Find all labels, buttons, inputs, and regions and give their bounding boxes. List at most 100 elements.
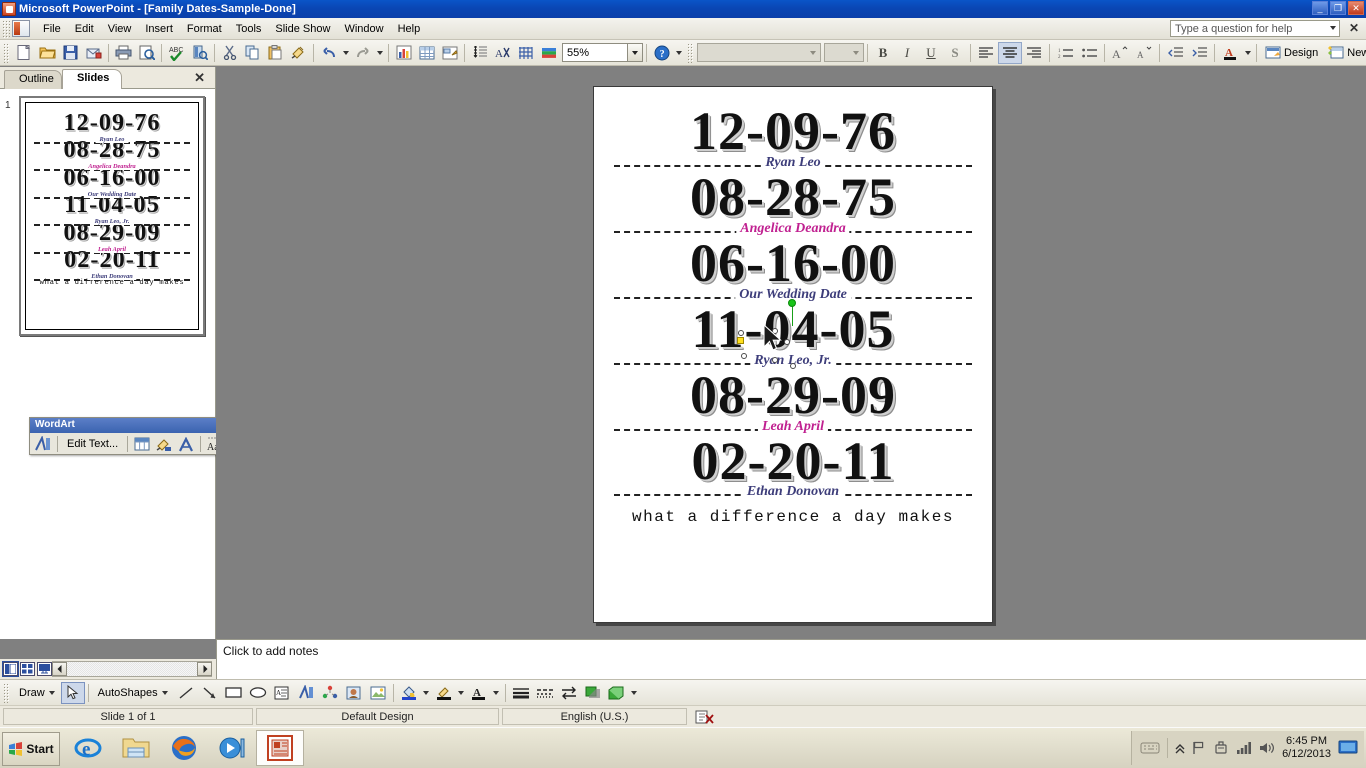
slide-canvas[interactable]: 12-09-76 Ryan Leo 08-28-75 Angelica Deandra… (593, 86, 993, 623)
taskbar-clock[interactable]: 6:45 PM 6/12/2013 (1282, 735, 1331, 761)
slide-name-2[interactable]: Angelica Deandra (84, 163, 140, 171)
insert-diagram-icon[interactable] (318, 682, 342, 704)
open-folder-icon[interactable] (36, 42, 59, 64)
shadow-style-icon[interactable] (581, 682, 605, 704)
redo-icon[interactable] (351, 42, 374, 64)
line-icon[interactable] (174, 682, 198, 704)
slide-name-6[interactable]: Ethan Donovan (87, 272, 137, 280)
shadow-button[interactable]: S (943, 42, 967, 64)
minimize-button[interactable]: _ (1312, 1, 1328, 15)
slide-tagline[interactable]: what a difference a day makes (614, 508, 972, 526)
slide-name-5[interactable]: Leah April (94, 245, 130, 253)
drawing-toolbar-grip[interactable] (3, 682, 10, 703)
edit-text-button[interactable]: Edit Text... (61, 434, 124, 454)
show-desktop-icon[interactable] (1338, 740, 1358, 756)
menu-edit[interactable]: Edit (68, 20, 101, 38)
standard-toolbar-grip[interactable] (3, 42, 10, 63)
align-right-icon[interactable] (1022, 42, 1046, 64)
slide-name-3[interactable]: Our Wedding Date (83, 190, 141, 198)
resize-handle-right[interactable] (784, 339, 790, 345)
slide-date-2[interactable]: 08-28-75 (614, 170, 972, 224)
autoshapes-menu-button[interactable]: AutoShapes (92, 682, 174, 704)
resize-handle-left[interactable] (741, 353, 747, 359)
fill-color-dropdown-icon[interactable] (421, 682, 432, 704)
adjustment-handle[interactable] (737, 337, 744, 344)
zoom-input[interactable]: 55% (562, 43, 628, 62)
flag-icon[interactable] (1192, 741, 1206, 755)
slide-name-1[interactable]: Ryan Leo (95, 135, 129, 143)
insert-chart-icon[interactable] (392, 42, 415, 64)
insert-wordart-icon[interactable] (294, 682, 318, 704)
slide-edit-area[interactable]: 12-09-76 Ryan Leo 08-28-75 Angelica Deandra… (216, 67, 1366, 639)
slide-name-4[interactable]: Ryan Leo, Jr. (90, 218, 134, 226)
show-hidden-icons-icon[interactable] (1175, 742, 1185, 754)
slide-show-view-icon[interactable] (37, 662, 52, 676)
print-icon[interactable] (112, 42, 135, 64)
taskbar-internet-explorer-icon[interactable]: e (64, 730, 112, 766)
numbered-list-icon[interactable]: 12 (1053, 42, 1077, 64)
tab-slides[interactable]: Slides (62, 69, 122, 89)
copy-icon[interactable] (241, 42, 264, 64)
undo-dropdown-icon[interactable] (340, 42, 351, 64)
resize-handle-bottom-right[interactable] (790, 363, 796, 369)
slide-date-1[interactable]: 12-09-76 (34, 110, 190, 135)
slide-sorter-view-icon[interactable] (20, 662, 35, 676)
show-grid-icon[interactable] (514, 42, 537, 64)
close-document-button[interactable]: ✕ (1349, 21, 1359, 35)
font-color-icon[interactable]: A (1218, 42, 1242, 64)
arrow-icon[interactable] (198, 682, 222, 704)
slide-date-4[interactable]: 11-04-05 (614, 302, 972, 356)
format-wordart-icon[interactable] (153, 434, 175, 454)
menu-help[interactable]: Help (391, 20, 428, 38)
font-size-select[interactable] (824, 43, 864, 62)
design-button[interactable]: Design (1260, 42, 1323, 64)
paste-icon[interactable] (264, 42, 287, 64)
insert-diagram-icon[interactable] (438, 42, 461, 64)
resize-handle-top-left[interactable] (738, 330, 744, 336)
dash-style-icon[interactable] (533, 682, 557, 704)
arrow-style-icon[interactable] (557, 682, 581, 704)
font-name-select[interactable] (697, 43, 821, 62)
insert-clip-art-icon[interactable] (342, 682, 366, 704)
scroll-right-button[interactable] (197, 662, 212, 676)
italic-button[interactable]: I (895, 42, 919, 64)
menu-window[interactable]: Window (337, 20, 390, 38)
slide-date-5[interactable]: 08-29-09 (614, 368, 972, 422)
scroll-left-button[interactable] (52, 662, 67, 676)
menu-format[interactable]: Format (180, 20, 229, 38)
menu-file[interactable]: File (36, 20, 68, 38)
restore-button[interactable]: ❐ (1330, 1, 1346, 15)
volume-icon[interactable] (1259, 741, 1275, 755)
slide-name-6[interactable]: Ethan Donovan (742, 484, 844, 501)
font-color-dropdown-icon[interactable] (491, 682, 502, 704)
close-button[interactable]: ✕ (1348, 1, 1364, 15)
menu-bar-grip[interactable] (2, 19, 10, 38)
3d-style-icon[interactable] (605, 682, 629, 704)
line-color-dropdown-icon[interactable] (456, 682, 467, 704)
menu-tools[interactable]: Tools (229, 20, 269, 38)
insert-table-icon[interactable] (415, 42, 438, 64)
rectangle-icon[interactable] (222, 682, 246, 704)
rotation-handle[interactable] (788, 299, 796, 307)
print-preview-icon[interactable] (135, 42, 158, 64)
undo-icon[interactable] (317, 42, 340, 64)
slide-thumbnail-1[interactable]: 12-09-76 Ryan Leo 08-28-75 Angelica Deandra… (19, 96, 205, 336)
show-formatting-icon[interactable] (468, 42, 491, 64)
wordart-gallery-icon[interactable] (131, 434, 153, 454)
insert-picture-icon[interactable] (366, 682, 390, 704)
taskbar-firefox-icon[interactable] (160, 730, 208, 766)
zoom-dropdown-icon[interactable] (628, 43, 643, 62)
drawing-toolbar-options-icon[interactable] (629, 682, 640, 704)
wordart-shape-icon[interactable] (175, 434, 197, 454)
chevron-down-icon[interactable] (1330, 26, 1336, 30)
slide-name-5[interactable]: Leah April (757, 418, 829, 435)
select-objects-icon[interactable] (60, 681, 85, 704)
insert-wordart-icon[interactable] (32, 434, 54, 454)
underline-button[interactable]: U (919, 42, 943, 64)
align-center-icon[interactable] (998, 41, 1022, 64)
help-search-input[interactable]: Type a question for help (1170, 20, 1340, 37)
tab-outline[interactable]: Outline (4, 70, 62, 89)
cut-icon[interactable] (218, 42, 241, 64)
oval-icon[interactable] (246, 682, 270, 704)
taskbar-windows-explorer-icon[interactable] (112, 730, 160, 766)
